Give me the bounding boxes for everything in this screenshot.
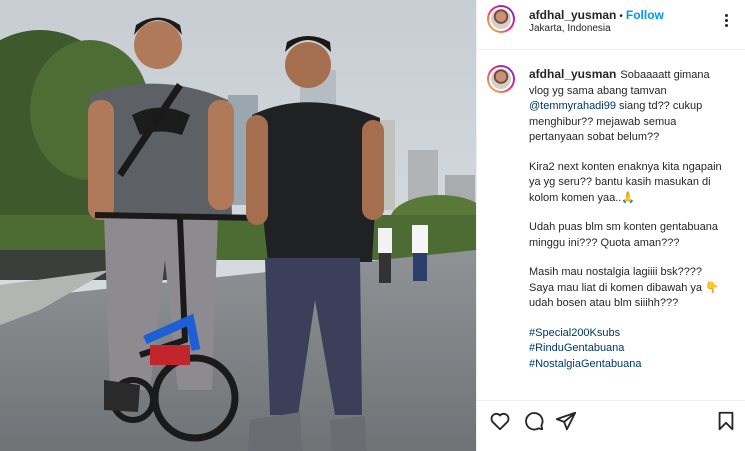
caption-paragraph-2: Kira2 next konten enaknya kita ngapain y… [529,160,722,204]
heart-icon[interactable] [489,410,511,432]
hashtag-link[interactable]: #NostalgiaGentabuana [529,357,729,373]
post-caption: afdhal_yusman Sobaaaatt gimana vlog yg sa… [529,67,729,372]
separator-dot: • [619,11,623,22]
comment-icon[interactable] [523,410,545,432]
caption-paragraph-4: Masih mau nostalgia lagiiii bsk???? Saya… [529,266,719,309]
post-header: afdhal_yusman • Follow Jakarta, Indonesia [477,0,745,50]
avatar[interactable] [487,5,515,33]
more-options-icon[interactable] [719,12,735,28]
hashtag-link[interactable]: #Special200Ksubs [529,326,729,342]
caption-avatar[interactable] [487,65,515,93]
send-icon[interactable] [555,410,577,432]
bookmark-icon[interactable] [715,410,737,432]
location-link[interactable]: Jakarta, Indonesia [529,23,611,34]
post-photo[interactable] [0,0,476,451]
post-details-panel: afdhal_yusman • Follow Jakarta, Indonesia … [476,0,745,451]
follow-button[interactable]: Follow [626,8,664,22]
mention-link[interactable]: @temmyrahadi99 [529,100,616,112]
caption-paragraph-1: afdhal_yusman Sobaaaatt gimana vlog yg sa… [529,67,729,146]
header-username[interactable]: afdhal_yusman [529,8,616,22]
hashtag-list: #Special200Ksubs #RinduGentabuana #Nosta… [529,326,729,373]
photo-illustration [0,0,476,451]
caption-username[interactable]: afdhal_yusman [529,67,616,81]
action-bar [477,400,745,441]
header-user-line: afdhal_yusman • Follow [529,8,664,22]
caption-paragraph-3: Udah puas blm sm konten gentabuana mingg… [529,221,718,249]
hashtag-link[interactable]: #RinduGentabuana [529,341,729,357]
